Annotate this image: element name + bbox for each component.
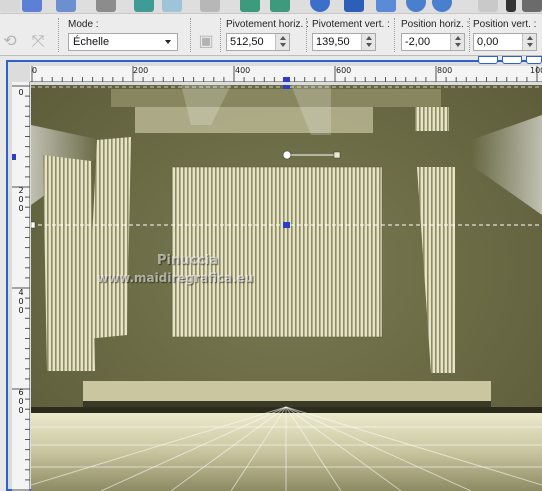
- chevron-down-icon: [165, 40, 171, 44]
- horizontal-ruler[interactable]: 0 200 400 600 800 1000: [30, 66, 542, 82]
- pivot-v-label: Pivotement vert. :: [312, 19, 390, 30]
- tool-options-bar: ⟲ ⤧ Mode : Échelle ▣ Pivotement horiz. :…: [0, 14, 542, 56]
- watermark-name: Pinuccia: [157, 253, 219, 268]
- ghost-tool-icon-1: ⟲: [3, 33, 17, 50]
- paste-icon[interactable]: [200, 0, 220, 12]
- mode-label: Mode :: [68, 19, 99, 30]
- pos-v-spinner[interactable]: [522, 34, 536, 50]
- zoom-icon[interactable]: [56, 0, 76, 12]
- overview-icon[interactable]: [376, 0, 396, 12]
- stage-shadow: [83, 401, 491, 407]
- layer-icon[interactable]: [0, 0, 20, 12]
- pos-h-spinner[interactable]: [450, 34, 464, 50]
- pivot-v-value: 139,50: [316, 36, 350, 48]
- left-handle: [31, 221, 36, 229]
- pivot-h-label: Pivotement horiz. :: [226, 19, 309, 30]
- mode-select[interactable]: Échelle: [68, 33, 178, 51]
- pos-v-label: Position vert. :: [473, 19, 537, 30]
- maximize-button[interactable]: [502, 56, 522, 64]
- dropdown-arrow-icon[interactable]: [506, 0, 516, 12]
- ruler-marker-top: [283, 77, 290, 82]
- ceiling-slab: [135, 107, 373, 133]
- rotate-right-icon[interactable]: [270, 0, 290, 12]
- pivot-h-field[interactable]: 512,50: [226, 33, 290, 51]
- watermark-url: www.maidiregrafica.eu: [97, 271, 254, 285]
- rotate-left-icon[interactable]: [240, 0, 260, 12]
- ruler-v-label-400: 400: [18, 288, 24, 315]
- close-button[interactable]: [526, 56, 542, 64]
- rotation-handle: [282, 150, 292, 160]
- stage-step: [83, 381, 491, 401]
- ruler-v-label-0: 0: [18, 88, 24, 97]
- ruler-v-label-200: 200: [18, 186, 24, 213]
- print-icon[interactable]: [96, 0, 116, 12]
- pivot-h-spinner[interactable]: [275, 34, 289, 50]
- pos-v-value: 0,00: [477, 36, 499, 48]
- ruler-label-800: 800: [437, 66, 453, 75]
- ruler-label-200: 200: [133, 66, 149, 75]
- ghost-tool-icon-2: ⤧: [31, 33, 45, 50]
- vertical-ruler[interactable]: 0 200 400 600: [12, 82, 30, 491]
- ruler-marker-left: [12, 154, 16, 160]
- ruler-ticks-left: [12, 85, 30, 491]
- pivot-v-field[interactable]: 139,50: [312, 33, 376, 51]
- redo-icon[interactable]: [162, 0, 182, 12]
- pivot-h-value: 512,50: [230, 36, 264, 48]
- transfer-icon[interactable]: [22, 0, 42, 12]
- minimize-button[interactable]: [478, 56, 498, 64]
- undo-icon[interactable]: [134, 0, 154, 12]
- image-canvas[interactable]: Pinuccia www.maidiregrafica.eu: [31, 85, 542, 491]
- pos-v-field[interactable]: 0,00: [473, 33, 537, 51]
- rotation-end-handle: [333, 151, 341, 159]
- window-icon[interactable]: [522, 0, 542, 12]
- ceiling-slab-top: [111, 89, 441, 107]
- magnifier-icon[interactable]: [406, 0, 426, 12]
- pos-h-field[interactable]: -2,00: [401, 33, 465, 51]
- pivot-v-spinner[interactable]: [361, 34, 375, 50]
- search-icon[interactable]: [432, 0, 452, 12]
- pos-h-label: Position horiz. :: [401, 19, 470, 30]
- canvas-artwork: [31, 85, 542, 491]
- top-handle: [283, 85, 290, 89]
- tools-toolbar: [0, 0, 542, 14]
- frame-icon: ▣: [198, 33, 214, 50]
- ruler-label-400: 400: [235, 66, 251, 75]
- pivot-handle: [283, 222, 290, 228]
- ruler-label-0: 0: [32, 66, 38, 75]
- palette-icon[interactable]: [478, 0, 498, 12]
- document-window: 0 200 400 600 800 1000 0 200 400 600: [6, 56, 542, 491]
- ruler-v-label-600: 600: [18, 388, 24, 415]
- help-icon[interactable]: [310, 0, 330, 12]
- mode-select-value: Échelle: [73, 36, 110, 48]
- pos-h-value: -2,00: [405, 36, 431, 48]
- ruler-label-1000: 1000: [530, 66, 542, 75]
- center-panel: [172, 167, 382, 337]
- ruler-label-600: 600: [336, 66, 352, 75]
- histogram-icon[interactable]: [344, 0, 364, 12]
- ceiling-stripe-right: [415, 107, 449, 131]
